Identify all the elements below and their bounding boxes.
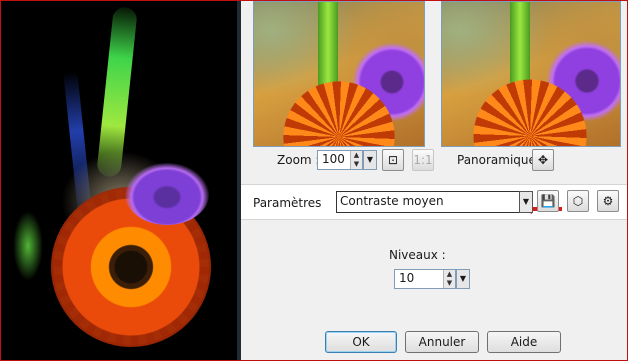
preview-after[interactable] [441, 1, 621, 147]
ok-button[interactable]: OK [325, 331, 397, 353]
source-photo [1, 1, 237, 360]
manage-presets-icon[interactable]: ⚙ [597, 190, 619, 212]
preview-before[interactable] [253, 1, 425, 147]
actual-size-icon: 1:1 [412, 149, 434, 171]
levels-label: Niveaux : [389, 248, 446, 262]
levels-spinner[interactable]: 10 ▲ ▼ [394, 269, 456, 289]
zoom-fit-icon[interactable]: ⊡ [382, 149, 404, 171]
levels-spin-arrows[interactable]: ▲ ▼ [443, 270, 455, 288]
reset-cube-icon[interactable]: ⬡ [567, 190, 589, 212]
zoom-value: 100 [322, 152, 345, 166]
params-bar: Paramètres Contraste moyen ▼ 💾 ⬡ ⚙ [241, 184, 627, 220]
preset-combo[interactable]: Contraste moyen [336, 191, 562, 214]
zoom-dropdown-button[interactable]: ▼ [363, 150, 377, 170]
levels-dropdown-button[interactable]: ▼ [456, 269, 470, 289]
save-preset-icon[interactable]: 💾 [537, 190, 559, 212]
zoom-spin-arrows[interactable]: ▲ ▼ [350, 151, 362, 169]
levels-value: 10 [399, 271, 415, 285]
cancel-button[interactable]: Annuler [405, 331, 479, 353]
zoom-spinner[interactable]: 100 ▲ ▼ [317, 150, 363, 170]
zoom-label: Zoom : [277, 153, 320, 167]
help-button[interactable]: Aide [487, 331, 561, 353]
params-label: Paramètres [253, 196, 322, 210]
screenshot-frame: Zoom : 100 ▲ ▼ ▼ ⊡ 1:1 Panoramique : ✥ Pa… [0, 0, 628, 361]
pan-cross-icon[interactable]: ✥ [532, 149, 554, 171]
photo-purple-flower [125, 163, 209, 225]
filter-dialog: Zoom : 100 ▲ ▼ ▼ ⊡ 1:1 Panoramique : ✥ Pa… [237, 1, 627, 360]
photo-green-glow [13, 211, 43, 281]
preset-dropdown-button[interactable]: ▼ [519, 191, 533, 213]
pan-label: Panoramique : [457, 153, 544, 167]
preset-value: Contraste moyen [340, 194, 444, 208]
